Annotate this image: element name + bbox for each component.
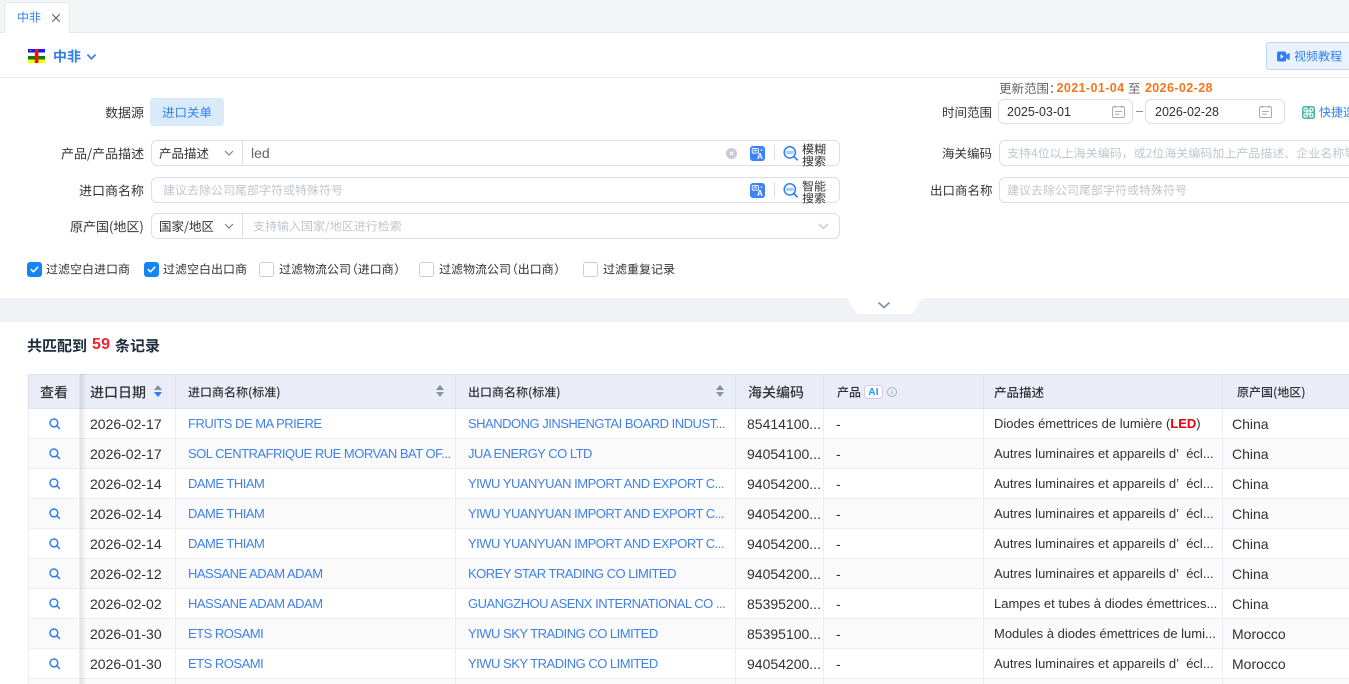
svg-text:A: A bbox=[757, 189, 763, 198]
svg-text:A: A bbox=[757, 152, 763, 161]
